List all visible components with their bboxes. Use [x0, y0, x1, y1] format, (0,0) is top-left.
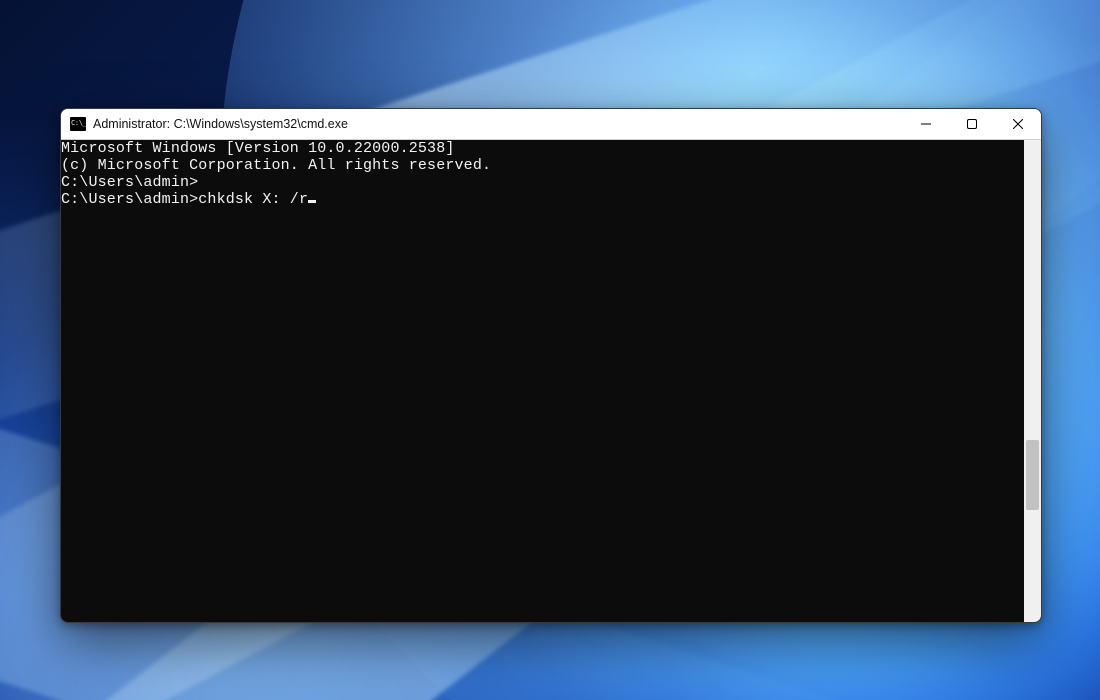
window-controls	[903, 109, 1041, 139]
current-prompt-line[interactable]: C:\Users\admin>chkdsk X: /r	[61, 191, 1024, 208]
minimize-button[interactable]	[903, 109, 949, 139]
close-button[interactable]	[995, 109, 1041, 139]
prompt-line: C:\Users\admin>	[61, 174, 1024, 191]
console-area: Microsoft Windows [Version 10.0.22000.25…	[61, 140, 1041, 622]
minimize-icon	[921, 119, 931, 129]
banner-line: Microsoft Windows [Version 10.0.22000.25…	[61, 140, 1024, 157]
typed-command: chkdsk X: /r	[198, 191, 308, 208]
cmd-icon	[70, 117, 86, 131]
maximize-button[interactable]	[949, 109, 995, 139]
prompt-text: C:\Users\admin>	[61, 191, 198, 208]
banner-line: (c) Microsoft Corporation. All rights re…	[61, 157, 1024, 174]
window-title: Administrator: C:\Windows\system32\cmd.e…	[93, 117, 903, 131]
console-output[interactable]: Microsoft Windows [Version 10.0.22000.25…	[61, 140, 1024, 622]
titlebar[interactable]: Administrator: C:\Windows\system32\cmd.e…	[61, 109, 1041, 140]
vertical-scrollbar[interactable]	[1024, 140, 1041, 622]
maximize-icon	[967, 119, 977, 129]
text-cursor	[308, 200, 316, 203]
cmd-window[interactable]: Administrator: C:\Windows\system32\cmd.e…	[60, 108, 1042, 623]
scrollbar-thumb[interactable]	[1026, 440, 1039, 510]
close-icon	[1013, 119, 1023, 129]
